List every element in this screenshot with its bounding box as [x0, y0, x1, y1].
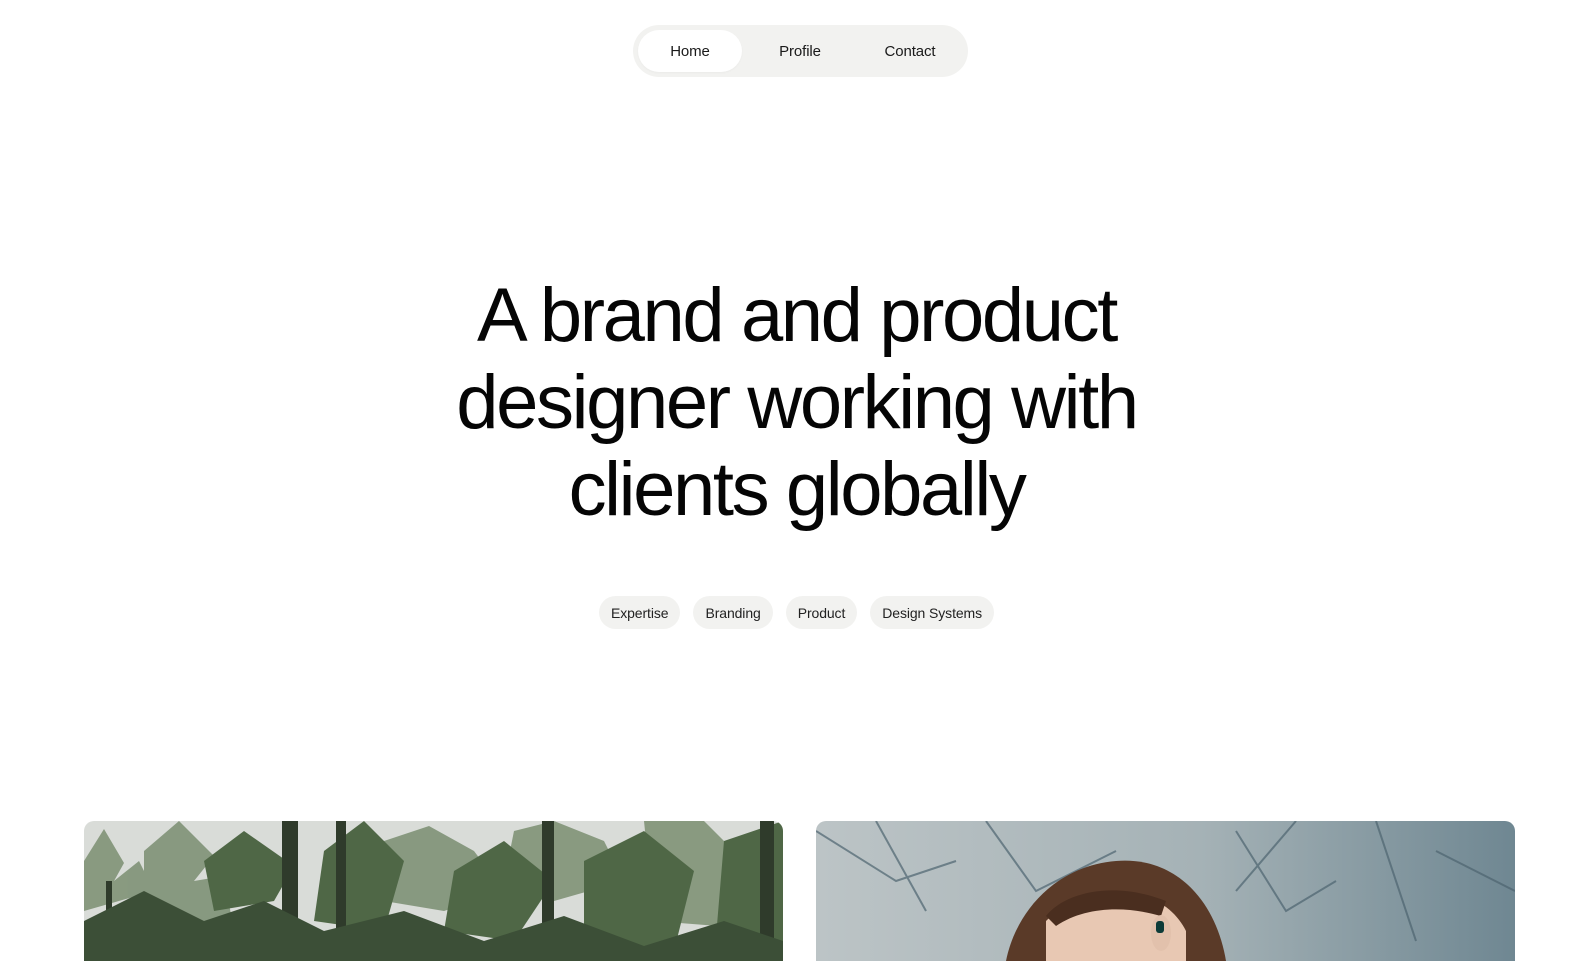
tag-expertise: Expertise: [598, 596, 681, 629]
hero-line: designer working with: [456, 360, 1139, 445]
nav-profile[interactable]: Profile: [748, 30, 852, 72]
nav-contact[interactable]: Contact: [858, 30, 962, 72]
tag-list: Expertise Branding Product Design System…: [0, 596, 1593, 629]
tag-design-systems: Design Systems: [870, 596, 995, 629]
hero-heading: A brand and product designer working wit…: [0, 272, 1593, 533]
nav-home[interactable]: Home: [638, 30, 742, 72]
forest-image: [84, 821, 783, 961]
portrait-image: [816, 821, 1515, 961]
hero: A brand and product designer working wit…: [0, 272, 1593, 533]
tag-product: Product: [785, 596, 858, 629]
hero-line: A brand and product: [477, 273, 1118, 358]
tag-branding: Branding: [693, 596, 773, 629]
hero-line: clients globally: [568, 447, 1027, 532]
project-card-portrait[interactable]: [816, 821, 1515, 961]
project-card-forest[interactable]: [84, 821, 783, 961]
main-nav: Home Profile Contact: [633, 25, 968, 77]
